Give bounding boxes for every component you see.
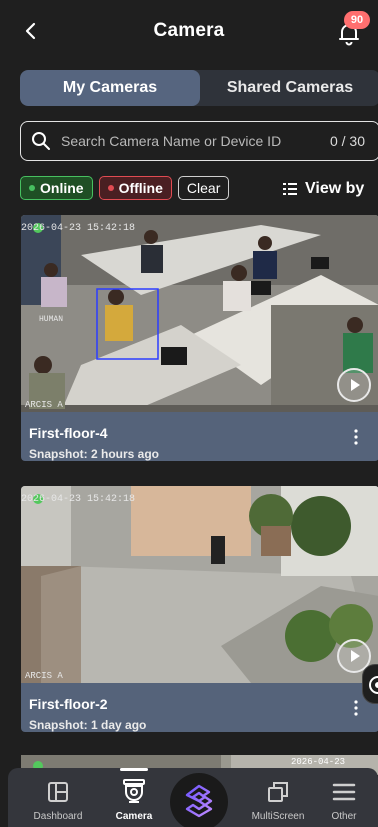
snapshot-timestamp: 2026-04-23 15:42:18: [21, 223, 136, 234]
app-logo-button[interactable]: [170, 773, 228, 827]
floating-assistant-button[interactable]: [362, 664, 378, 704]
nav-dashboard-label: Dashboard: [33, 811, 83, 822]
play-icon: [351, 650, 360, 662]
camera-name: First-floor-4: [29, 425, 108, 441]
snapshot-age: Snapshot: 1 day ago: [29, 718, 147, 732]
search-icon: [32, 132, 50, 150]
list-view-icon: [283, 183, 297, 195]
camera-icon: [123, 779, 145, 803]
assistant-icon: [369, 676, 378, 694]
camera-tabs: My Cameras Shared Cameras: [20, 70, 378, 106]
nav-other-label: Other: [331, 811, 357, 822]
nav-dashboard[interactable]: Dashboard: [26, 768, 90, 827]
active-indicator: [120, 768, 148, 771]
nav-camera[interactable]: Camera: [102, 768, 166, 827]
camera-info: First-floor-2 Snapshot: 1 day ago: [21, 683, 378, 732]
filter-chips: Online Offline Clear: [20, 176, 230, 200]
camera-watermark: ARCIS A: [25, 671, 63, 681]
view-by-button[interactable]: View by: [283, 178, 364, 200]
detection-label: HUMAN: [39, 315, 64, 324]
online-dot-icon: [29, 185, 35, 191]
more-options-icon[interactable]: [353, 699, 359, 717]
camera-name: First-floor-2: [29, 696, 108, 712]
menu-icon: [332, 783, 356, 801]
offline-dot-icon: [107, 185, 114, 191]
camera-watermark: ARCIS A: [25, 400, 63, 410]
filter-offline-label: Offline: [118, 180, 163, 196]
tab-my-cameras[interactable]: My Cameras: [20, 70, 200, 106]
nav-multiscreen-label: MultiScreen: [251, 811, 305, 822]
page-title: Camera: [153, 20, 225, 41]
nav-multiscreen[interactable]: MultiScreen: [246, 768, 310, 827]
camera-snapshot[interactable]: 2026-04-23 15:42:18 ARCIS A: [21, 486, 378, 683]
clear-label: Clear: [186, 180, 221, 196]
header: Camera 90: [0, 0, 378, 62]
office-scene-image: [21, 215, 378, 412]
multiscreen-icon: [268, 782, 288, 802]
clear-filters-button[interactable]: Clear: [177, 176, 230, 200]
camera-card[interactable]: 2026-04-23 15:42:18 ARCIS A First-floor-…: [21, 486, 378, 732]
snapshot-age: Snapshot: 2 hours ago: [29, 447, 160, 461]
corridor-scene-image: [21, 486, 378, 683]
filter-online-label: Online: [40, 180, 84, 196]
search-input[interactable]: [61, 122, 311, 160]
dashboard-icon: [48, 782, 68, 802]
search-bar: 0 / 30: [20, 121, 378, 161]
more-options-icon[interactable]: [353, 428, 359, 446]
app-logo-icon: [185, 784, 213, 818]
filter-online-chip[interactable]: Online: [20, 176, 93, 200]
camera-card[interactable]: 2026-04-23 15:42:18 HUMAN ARCIS A First-…: [21, 215, 378, 461]
play-icon: [351, 379, 360, 391]
filter-offline-chip[interactable]: Offline: [98, 176, 172, 200]
camera-snapshot[interactable]: 2026-04-23 15:42:18 HUMAN ARCIS A: [21, 215, 378, 412]
camera-info: First-floor-4 Snapshot: 2 hours ago: [21, 412, 378, 461]
view-by-label: View by: [305, 180, 365, 197]
nav-camera-label: Camera: [115, 811, 153, 822]
tab-shared-cameras[interactable]: Shared Cameras: [200, 70, 378, 106]
notification-badge: 90: [344, 11, 370, 29]
play-button[interactable]: [337, 368, 371, 402]
snapshot-timestamp: 2026-04-23 15:42:18: [21, 494, 136, 505]
nav-other[interactable]: Other: [312, 768, 376, 827]
camera-count: 0 / 30: [329, 133, 365, 149]
